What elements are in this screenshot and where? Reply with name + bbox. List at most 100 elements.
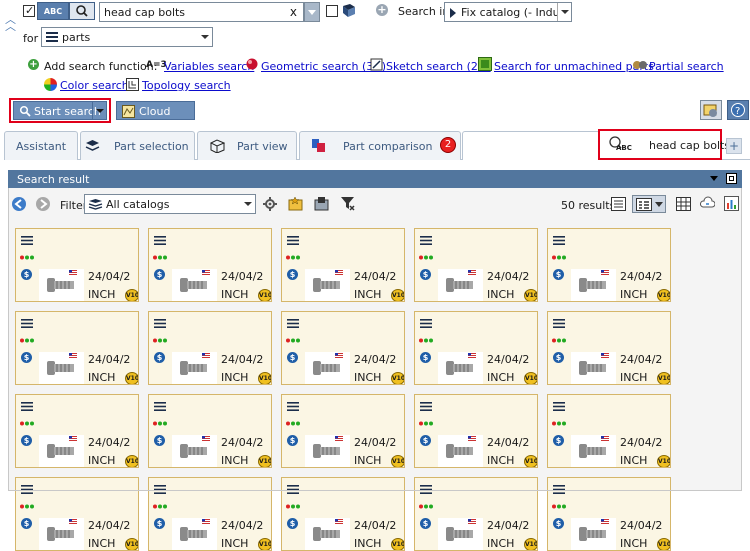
catalog-book-icon[interactable]: [341, 3, 357, 19]
result-tile[interactable]: Socket Head Cap ScreHexagon Socket Heac$…: [15, 477, 139, 551]
start-search-button[interactable]: Start search: [13, 101, 107, 120]
result-tile[interactable]: Socket Head Cap ScreHexagon Socket Heac$…: [547, 228, 671, 302]
result-tile[interactable]: Socket Head Cap ScreHexagon Socket Heac$…: [414, 477, 538, 551]
abc-search-toggle[interactable]: ABC: [37, 2, 69, 20]
screw-icon: [446, 361, 473, 375]
search-in-label: Search in: [398, 5, 450, 18]
tab-head-cap-bolts[interactable]: ABC head cap bolts: [601, 132, 730, 158]
screw-icon: [446, 278, 473, 292]
result-tile[interactable]: Socket Head Cap ScreHexagon Socket Heac$…: [547, 394, 671, 468]
list-view-icon[interactable]: [611, 197, 626, 211]
part-date: 24/04/2: [354, 270, 397, 283]
chart-view-icon[interactable]: [724, 196, 739, 211]
part-thumbnail: [571, 435, 616, 467]
us-flag-icon: [335, 436, 343, 441]
us-flag-icon: [69, 270, 77, 275]
partial-search-link[interactable]: Partial search: [649, 60, 724, 73]
result-tile[interactable]: Socket Head Cap ScreHexagon Socket Heac$…: [414, 311, 538, 385]
result-tile[interactable]: Socket Head Cap ScreHexagon Socket Heac$…: [148, 394, 272, 468]
part-date: 24/04/2: [354, 353, 397, 366]
us-flag-icon: [468, 519, 476, 524]
part-thumbnail: [39, 269, 84, 301]
geometric-search-link[interactable]: Geometric search (3D): [261, 60, 386, 73]
tab-part-selection[interactable]: Part selection: [80, 131, 195, 160]
result-tile[interactable]: Socket Head Cap ScreHexagon Socket Heac$…: [281, 477, 405, 551]
fulltext-search-icon[interactable]: [69, 2, 95, 20]
price-icon: $: [154, 352, 165, 363]
result-tile[interactable]: Socket Head Cap ScreHexagon Socket Heac$…: [15, 311, 139, 385]
sketch-search-link[interactable]: Sketch search (2D): [386, 60, 491, 73]
result-tile[interactable]: Socket Head Cap ScreHexagon Socket Heac$…: [547, 477, 671, 551]
list-icon: [420, 236, 432, 245]
cloud-map-button[interactable]: Cloud Map: [116, 101, 195, 131]
collapse-chevron-icon[interactable]: ︿ ︿: [5, 14, 17, 32]
version-badge: V10: [524, 455, 537, 467]
forward-button[interactable]: [36, 197, 50, 211]
search-in-select[interactable]: Fix catalog (- Industr: [444, 2, 572, 22]
clear-icon[interactable]: x: [290, 5, 297, 19]
version-badge: V10: [524, 289, 537, 301]
result-tile[interactable]: Socket Head Cap ScreHexagon Socket Heac$…: [15, 394, 139, 468]
filter-select[interactable]: All catalogs: [84, 194, 256, 214]
search-icon: [19, 105, 31, 117]
text-search-checkbox[interactable]: [23, 5, 35, 17]
result-tile[interactable]: Socket Head Cap ScreHexagon Socket Heac$…: [281, 394, 405, 468]
version-badge: V10: [391, 289, 404, 301]
for-select[interactable]: parts: [41, 27, 213, 47]
maximize-icon[interactable]: [726, 173, 737, 184]
topology-search-link[interactable]: Topology search: [142, 79, 231, 92]
catalog-checkbox[interactable]: [326, 5, 338, 17]
tile-view-button[interactable]: [632, 195, 666, 213]
version-badge: V10: [657, 455, 670, 467]
result-tile[interactable]: Socket Head Cap ScreHexagon Socket Heac$…: [414, 394, 538, 468]
table-view-icon[interactable]: [676, 197, 691, 211]
folder-star-icon[interactable]: [288, 196, 303, 211]
price-icon: $: [154, 269, 165, 280]
save-folder-icon[interactable]: [314, 196, 329, 211]
status-dots-icon: [286, 338, 300, 343]
price-icon: $: [287, 435, 298, 446]
result-tile[interactable]: Socket Head Cap ScreHexagon Socket Heac$…: [148, 311, 272, 385]
help-button[interactable]: ?: [727, 100, 749, 120]
color-search-link[interactable]: Color search: [60, 79, 129, 92]
unmachined-parts-link[interactable]: Search for unmachined parts: [494, 60, 654, 73]
result-tile[interactable]: Socket Head Cap ScreHexagon Socket Heac$…: [148, 477, 272, 551]
part-unit: INCH: [221, 537, 249, 550]
chevron-down-icon[interactable]: [92, 102, 106, 119]
screw-icon: [47, 361, 74, 375]
result-tile[interactable]: Socket Head Cap ScreHexagon Socket Heac$…: [15, 228, 139, 302]
filter-settings-icon[interactable]: [263, 197, 277, 211]
part-date: 24/04/2: [221, 353, 264, 366]
chevron-down-icon: [655, 202, 663, 207]
price-icon: $: [21, 352, 32, 363]
result-tile[interactable]: Socket Head Cap ScreHexagon Socket Heac$…: [148, 228, 272, 302]
back-button[interactable]: [12, 197, 26, 211]
search-input[interactable]: head cap bolts x: [99, 2, 304, 22]
part-date: 24/04/2: [487, 270, 530, 283]
version-badge: V10: [391, 455, 404, 467]
result-tile[interactable]: Socket Head Cap ScreHexagon Socket Heac$…: [281, 228, 405, 302]
part-thumbnail: [571, 269, 616, 301]
search-history-dropdown[interactable]: [304, 2, 320, 22]
clear-filter-icon[interactable]: [340, 196, 355, 211]
user-settings-button[interactable]: [700, 100, 722, 120]
price-icon: $: [154, 435, 165, 446]
us-flag-icon: [202, 270, 210, 275]
tab-part-comparison[interactable]: Part comparison 2: [299, 131, 461, 160]
tab-assistant[interactable]: Assistant: [4, 131, 78, 160]
list-icon: [420, 402, 432, 411]
version-badge: V10: [125, 372, 138, 384]
add-tab-button[interactable]: +: [726, 138, 742, 154]
part-thumbnail: [172, 269, 217, 301]
result-tile[interactable]: Socket Head Cap ScreHexagon Socket Heac$…: [547, 311, 671, 385]
price-icon: $: [287, 518, 298, 529]
cloud-refresh-icon[interactable]: [700, 196, 715, 211]
price-icon: $: [287, 352, 298, 363]
tab-part-view[interactable]: Part view: [197, 131, 297, 160]
part-date: 24/04/2: [221, 270, 264, 283]
result-tile[interactable]: Socket Head Cap ScreHexagon Socket Heac$…: [281, 311, 405, 385]
variables-search-link[interactable]: Variables search: [164, 60, 254, 73]
version-badge: V10: [391, 372, 404, 384]
chevron-down-icon: [198, 28, 212, 46]
result-tile[interactable]: Socket Head Cap ScreHexagon Socket Heac$…: [414, 228, 538, 302]
